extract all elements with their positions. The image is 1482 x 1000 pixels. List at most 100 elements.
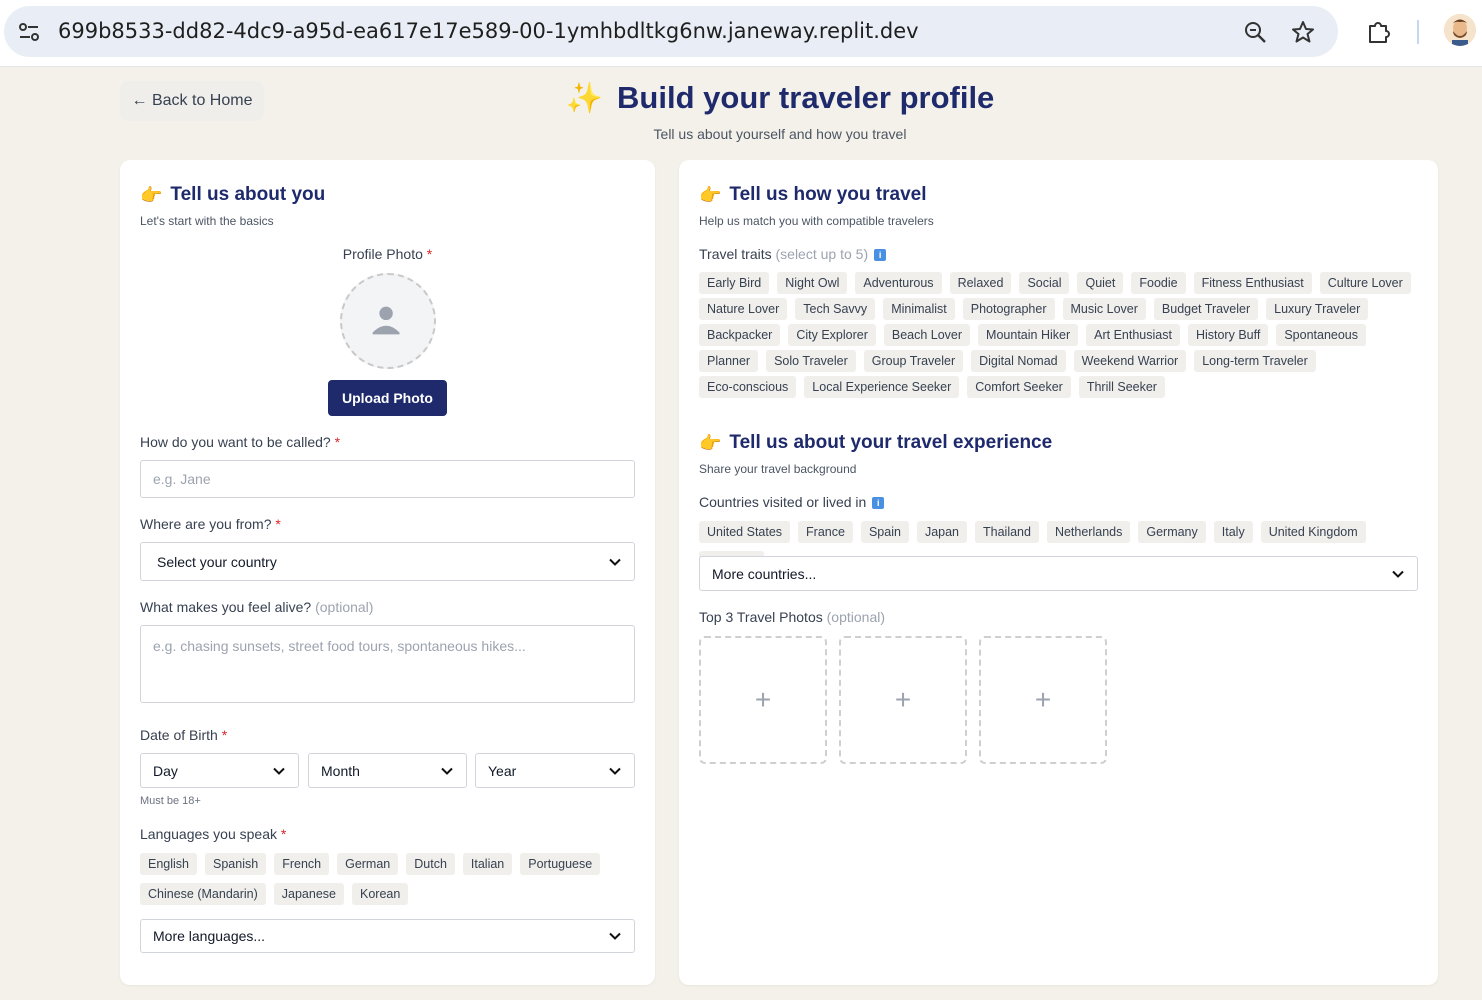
country-chip[interactable]: United Kingdom bbox=[1260, 521, 1366, 543]
trait-chip[interactable]: Eco-conscious bbox=[699, 376, 797, 398]
trait-chip[interactable]: Foodie bbox=[1131, 272, 1186, 294]
trait-chip[interactable]: Budget Traveler bbox=[1153, 298, 1259, 320]
trait-chip[interactable]: Relaxed bbox=[949, 272, 1012, 294]
countries-label-text: Countries visited or lived in bbox=[699, 494, 867, 510]
language-chip[interactable]: German bbox=[337, 853, 399, 875]
about-you-title: 👉 Tell us about you bbox=[140, 184, 325, 206]
dob-hint: Must be 18+ bbox=[140, 795, 201, 807]
country-label-text: Where are you from? bbox=[140, 516, 272, 532]
language-chip[interactable]: Chinese (Mandarin) bbox=[140, 883, 266, 905]
profile-avatar-icon[interactable] bbox=[1444, 14, 1476, 46]
language-chip[interactable]: Japanese bbox=[273, 883, 344, 905]
trait-chip[interactable]: Thrill Seeker bbox=[1078, 376, 1165, 398]
info-icon[interactable]: i bbox=[872, 497, 885, 510]
dob-month-select[interactable]: Month bbox=[308, 753, 467, 788]
about-you-title-text: Tell us about you bbox=[170, 184, 326, 205]
bookmark-star-icon[interactable] bbox=[1290, 19, 1316, 45]
country-select-value: Select your country bbox=[157, 553, 277, 570]
trait-chip[interactable]: History Buff bbox=[1187, 324, 1269, 346]
trait-chip[interactable]: Local Experience Seeker bbox=[804, 376, 960, 398]
plus-icon: + bbox=[1034, 684, 1052, 715]
trait-chip[interactable]: Digital Nomad bbox=[971, 350, 1066, 372]
about-you-card: 👉 Tell us about you Let's start with the… bbox=[120, 160, 655, 985]
language-chip[interactable]: French bbox=[274, 853, 330, 875]
travel-photo-slot-2[interactable]: + bbox=[839, 636, 967, 764]
country-select[interactable]: Select your country bbox=[140, 542, 635, 581]
trait-chip[interactable]: Minimalist bbox=[883, 298, 955, 320]
more-languages-select[interactable]: More languages... bbox=[140, 919, 635, 953]
trait-chip[interactable]: Beach Lover bbox=[883, 324, 971, 346]
traits-label: Travel traits (select up to 5) i bbox=[699, 246, 887, 262]
chevron-down-icon bbox=[273, 767, 285, 775]
trait-chip[interactable]: Weekend Warrior bbox=[1073, 350, 1187, 372]
page-title: ✨ Build your traveler profile bbox=[566, 80, 995, 116]
trait-chip[interactable]: Music Lover bbox=[1062, 298, 1146, 320]
travel-photo-slot-3[interactable]: + bbox=[979, 636, 1107, 764]
dob-day-select[interactable]: Day bbox=[140, 753, 299, 788]
browser-toolbar: 699b8533-dd82-4dc9-a95d-ea617e17e589-00-… bbox=[0, 0, 1482, 67]
travel-photo-slot-1[interactable]: + bbox=[699, 636, 827, 764]
language-chip[interactable]: Portuguese bbox=[520, 853, 601, 875]
trait-chip[interactable]: Early Bird bbox=[699, 272, 770, 294]
trait-chip[interactable]: Planner bbox=[699, 350, 759, 372]
trait-chip[interactable]: Quiet bbox=[1077, 272, 1124, 294]
alive-textarea[interactable]: e.g. chasing sunsets, street food tours,… bbox=[140, 625, 635, 703]
trait-chip[interactable]: Luxury Traveler bbox=[1266, 298, 1369, 320]
site-info-icon[interactable] bbox=[16, 19, 42, 45]
country-chip[interactable]: Spain bbox=[860, 521, 909, 543]
dob-year-value: Year bbox=[488, 762, 517, 779]
language-chip[interactable]: Italian bbox=[462, 853, 513, 875]
trait-chip[interactable]: Spontaneous bbox=[1276, 324, 1367, 346]
trait-chip[interactable]: Adventurous bbox=[855, 272, 942, 294]
trait-chip[interactable]: Art Enthusiast bbox=[1086, 324, 1180, 346]
address-bar[interactable]: 699b8533-dd82-4dc9-a95d-ea617e17e589-00-… bbox=[4, 6, 1338, 57]
more-countries-select[interactable]: More countries... bbox=[699, 556, 1418, 591]
language-chip[interactable]: Korean bbox=[352, 883, 409, 905]
more-countries-value: More countries... bbox=[712, 565, 817, 582]
trait-chip[interactable]: Solo Traveler bbox=[766, 350, 856, 372]
country-chip[interactable]: Italy bbox=[1213, 521, 1253, 543]
languages-label: Languages you speak * bbox=[140, 826, 286, 842]
more-languages-value: More languages... bbox=[153, 928, 266, 944]
trait-chip[interactable]: Culture Lover bbox=[1319, 272, 1411, 294]
name-label: How do you want to be called? * bbox=[140, 434, 340, 450]
country-chip[interactable]: Japan bbox=[916, 521, 967, 543]
info-icon[interactable]: i bbox=[874, 249, 887, 262]
country-chip[interactable]: France bbox=[798, 521, 853, 543]
trait-chip[interactable]: Nature Lover bbox=[699, 298, 788, 320]
trait-chip[interactable]: Social bbox=[1019, 272, 1070, 294]
trait-chip[interactable]: Comfort Seeker bbox=[967, 376, 1071, 398]
trait-chip[interactable]: Group Traveler bbox=[863, 350, 964, 372]
trait-chip[interactable]: Night Owl bbox=[777, 272, 848, 294]
country-chip[interactable]: Germany bbox=[1138, 521, 1206, 543]
country-chip[interactable]: Thailand bbox=[975, 521, 1039, 543]
trait-chip[interactable]: Long-term Traveler bbox=[1194, 350, 1316, 372]
language-chip[interactable]: English bbox=[140, 853, 197, 875]
name-input[interactable]: e.g. Jane bbox=[140, 460, 635, 498]
extensions-icon[interactable] bbox=[1364, 17, 1392, 45]
zoom-icon[interactable] bbox=[1242, 19, 1268, 45]
trait-chip[interactable]: Photographer bbox=[962, 298, 1055, 320]
pointing-hand-icon: 👉 bbox=[699, 432, 722, 453]
trait-chip[interactable]: Tech Savvy bbox=[795, 298, 876, 320]
chevron-down-icon bbox=[609, 932, 621, 940]
country-chip[interactable]: Netherlands bbox=[1046, 521, 1131, 543]
trait-chip[interactable]: City Explorer bbox=[788, 324, 876, 346]
language-chip[interactable]: Dutch bbox=[406, 853, 455, 875]
trait-chip[interactable]: Mountain Hiker bbox=[978, 324, 1079, 346]
trait-chip[interactable]: Fitness Enthusiast bbox=[1193, 272, 1312, 294]
language-chip[interactable]: Spanish bbox=[205, 853, 267, 875]
travel-photos-label-text: Top 3 Travel Photos bbox=[699, 609, 823, 625]
country-chip[interactable]: United States bbox=[699, 521, 791, 543]
toolbar-divider bbox=[1417, 20, 1419, 44]
dob-label-text: Date of Birth bbox=[140, 727, 218, 743]
page-header: ✨ Build your traveler profile bbox=[0, 80, 1482, 116]
url-text[interactable]: 699b8533-dd82-4dc9-a95d-ea617e17e589-00-… bbox=[58, 19, 919, 43]
dob-year-select[interactable]: Year bbox=[475, 753, 635, 788]
trait-chip[interactable]: Backpacker bbox=[699, 324, 781, 346]
upload-photo-button[interactable]: Upload Photo bbox=[328, 380, 447, 416]
optional-marker: (optional) bbox=[826, 609, 886, 625]
travel-style-title: 👉 Tell us how you travel bbox=[699, 184, 927, 206]
profile-photo-placeholder[interactable] bbox=[340, 273, 436, 369]
dob-month-value: Month bbox=[321, 762, 360, 779]
